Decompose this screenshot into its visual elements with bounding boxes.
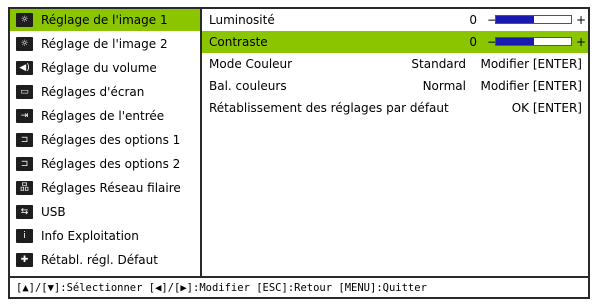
brightness-slider-fill bbox=[496, 16, 534, 23]
color-mode-row[interactable]: Mode Couleur Standard Modifier [ENTER] bbox=[202, 53, 588, 75]
options-icon: ⊐ bbox=[16, 133, 33, 147]
brightness-row[interactable]: Luminosité 0 − + bbox=[202, 9, 588, 31]
brightness-label: Luminosité bbox=[209, 13, 275, 27]
sidebar-item-label: Réglage de l'image 1 bbox=[41, 13, 168, 27]
contrast-row[interactable]: Contraste 0 − + bbox=[202, 31, 588, 53]
sidebar-item-label: Réglages d'écran bbox=[41, 85, 145, 99]
input-icon: ⇥ bbox=[16, 109, 33, 123]
sidebar-item-image-settings-2[interactable]: ☼ Réglage de l'image 2 bbox=[10, 33, 200, 55]
screen-icon: ▭ bbox=[16, 85, 33, 99]
network-icon: 品 bbox=[16, 181, 33, 195]
color-balance-modify-button[interactable]: Modifier [ENTER] bbox=[480, 79, 582, 93]
contrast-slider-fill bbox=[496, 38, 534, 45]
sidebar-item-info[interactable]: i Info Exploitation bbox=[10, 225, 200, 247]
reset-ok-button[interactable]: OK [ENTER] bbox=[512, 101, 582, 115]
sidebar-item-label: Réglage de l'image 2 bbox=[41, 37, 168, 51]
sidebar-item-label: Réglage du volume bbox=[41, 61, 157, 75]
color-balance-row[interactable]: Bal. couleurs Normal Modifier [ENTER] bbox=[202, 75, 588, 97]
sidebar-item-label: Rétabl. régl. Défaut bbox=[41, 253, 158, 267]
image-settings-icon: ☼ bbox=[16, 37, 33, 51]
sidebar-item-usb[interactable]: ⇆ USB bbox=[10, 201, 200, 223]
sidebar-item-reset-defaults[interactable]: ✚ Rétabl. régl. Défaut bbox=[10, 249, 200, 271]
sidebar-item-image-settings-1[interactable]: ☼ Réglage de l'image 1 bbox=[10, 9, 200, 31]
sidebar-item-label: USB bbox=[41, 205, 66, 219]
settings-panel: Luminosité 0 − + Contraste 0 − + Mode Co… bbox=[202, 9, 588, 276]
sidebar-item-network[interactable]: 品 Réglages Réseau filaire bbox=[10, 177, 200, 199]
sidebar-item-options-2[interactable]: ⊐ Réglages des options 2 bbox=[10, 153, 200, 175]
reset-icon: ✚ bbox=[16, 253, 33, 267]
sidebar-item-label: Info Exploitation bbox=[41, 229, 139, 243]
sidebar-item-label: Réglages des options 2 bbox=[41, 157, 181, 171]
info-icon: i bbox=[16, 229, 33, 243]
sidebar-item-label: Réglages de l'entrée bbox=[41, 109, 165, 123]
contrast-slider[interactable] bbox=[495, 37, 572, 46]
color-balance-label: Bal. couleurs bbox=[209, 79, 287, 93]
usb-icon: ⇆ bbox=[16, 205, 33, 219]
sidebar-item-label: Réglages Réseau filaire bbox=[41, 181, 181, 195]
volume-icon: ◀) bbox=[16, 61, 33, 75]
color-mode-value: Standard bbox=[411, 57, 466, 71]
projector-menu: ☼ Réglage de l'image 1 ☼ Réglage de l'im… bbox=[8, 7, 590, 299]
sidebar-item-input[interactable]: ⇥ Réglages de l'entrée bbox=[10, 105, 200, 127]
options-icon: ⊐ bbox=[16, 157, 33, 171]
color-mode-modify-button[interactable]: Modifier [ENTER] bbox=[480, 57, 582, 71]
contrast-increase[interactable]: + bbox=[576, 35, 586, 49]
color-mode-label: Mode Couleur bbox=[209, 57, 293, 71]
brightness-value: 0 bbox=[469, 13, 477, 27]
sidebar-menu: ☼ Réglage de l'image 1 ☼ Réglage de l'im… bbox=[10, 9, 200, 276]
sidebar-item-volume[interactable]: ◀) Réglage du volume bbox=[10, 57, 200, 79]
brightness-increase[interactable]: + bbox=[576, 13, 586, 27]
image-settings-icon: ☼ bbox=[16, 13, 33, 27]
color-balance-value: Normal bbox=[422, 79, 466, 93]
sidebar-item-options-1[interactable]: ⊐ Réglages des options 1 bbox=[10, 129, 200, 151]
contrast-label: Contraste bbox=[209, 35, 268, 49]
brightness-slider[interactable] bbox=[495, 15, 572, 24]
reset-row[interactable]: Rétablissement des réglages par défaut O… bbox=[202, 97, 588, 119]
sidebar-item-screen[interactable]: ▭ Réglages d'écran bbox=[10, 81, 200, 103]
status-bar: [▲]/[▼]:Sélectionner [◀]/[▶]:Modifier [E… bbox=[10, 278, 588, 297]
reset-label: Rétablissement des réglages par défaut bbox=[209, 101, 449, 115]
contrast-value: 0 bbox=[469, 35, 477, 49]
sidebar-item-label: Réglages des options 1 bbox=[41, 133, 181, 147]
